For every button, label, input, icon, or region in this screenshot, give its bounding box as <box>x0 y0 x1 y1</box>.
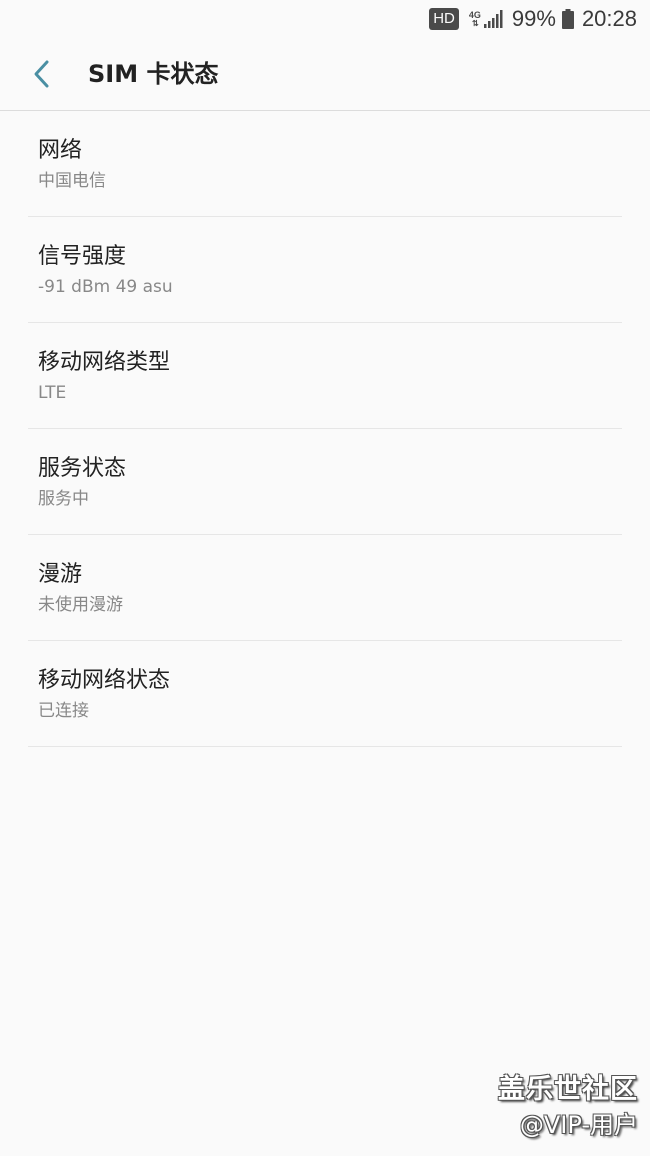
list-item-roaming[interactable]: 漫游 未使用漫游 <box>28 535 622 641</box>
app-bar: SIM 卡状态 <box>0 38 650 111</box>
page-title: SIM 卡状态 <box>88 60 219 88</box>
item-title: 服务状态 <box>38 456 127 481</box>
battery-percent: 99% <box>511 6 556 31</box>
item-value: -91 dBm 49 asu <box>38 277 173 297</box>
item-title: 移动网络类型 <box>38 350 171 375</box>
hd-badge: HD <box>429 8 459 30</box>
watermark: 盖乐世社区 @VIP-用户 <box>498 1072 638 1142</box>
clock: 20:28 <box>581 6 637 31</box>
network-type-indicator: 4G ⇅ <box>469 10 481 28</box>
item-title: 漫游 <box>38 562 83 587</box>
item-value: 中国电信 <box>38 171 106 191</box>
status-icons: HD 4G ⇅ 99% 20:28 <box>429 4 637 34</box>
item-title: 移动网络状态 <box>38 668 171 693</box>
chevron-left-icon <box>34 60 49 88</box>
item-value: 已连接 <box>38 701 89 721</box>
list-item-service-state[interactable]: 服务状态 服务中 <box>28 429 622 535</box>
data-arrows-icon: ⇅ <box>472 18 479 28</box>
signal-icon <box>483 10 503 28</box>
back-button[interactable] <box>24 56 60 92</box>
status-bar: HD 4G ⇅ 99% 20:28 <box>0 0 650 38</box>
list-item-mobile-network-state[interactable]: 移动网络状态 已连接 <box>28 641 622 747</box>
battery-icon <box>561 9 574 29</box>
item-value: LTE <box>38 383 67 403</box>
watermark-community: 盖乐世社区 <box>498 1074 638 1105</box>
item-value: 服务中 <box>38 489 89 509</box>
item-title: 信号强度 <box>38 244 127 269</box>
list-item-network[interactable]: 网络 中国电信 <box>28 111 622 217</box>
item-value: 未使用漫游 <box>38 595 123 615</box>
sim-status-list: 网络 中国电信 信号强度 -91 dBm 49 asu 移动网络类型 LTE 服… <box>28 111 622 747</box>
list-item-mobile-network-type[interactable]: 移动网络类型 LTE <box>28 323 622 429</box>
list-item-signal-strength[interactable]: 信号强度 -91 dBm 49 asu <box>28 217 622 323</box>
item-title: 网络 <box>38 138 83 163</box>
watermark-user: @VIP-用户 <box>519 1111 638 1139</box>
